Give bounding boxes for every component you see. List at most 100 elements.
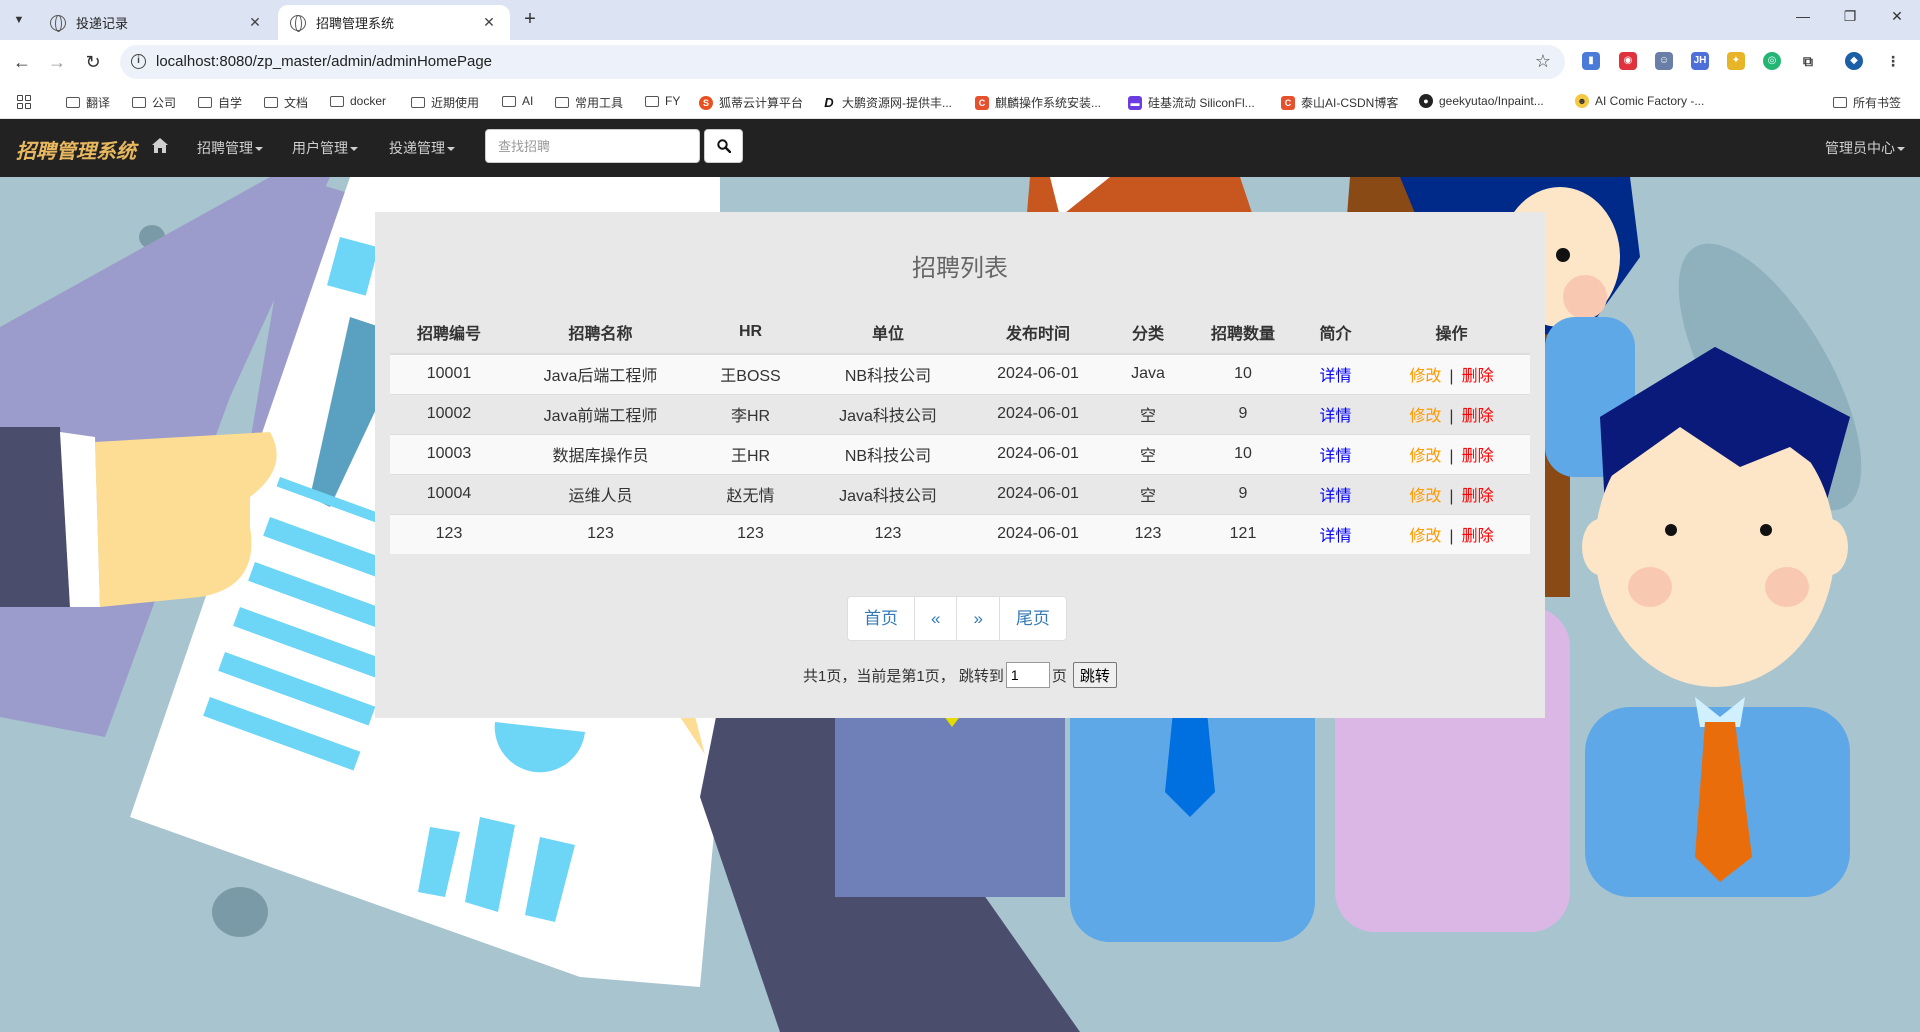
bookmark-folder[interactable]: 翻译 bbox=[66, 94, 110, 111]
bookmark-folder[interactable]: 公司 bbox=[132, 94, 176, 111]
bookmark-label: 泰山AI-CSDN博客 bbox=[1301, 96, 1399, 110]
page-info: 共1页，当前是第1页， 跳转到 页 跳转 bbox=[375, 662, 1545, 688]
brand-title[interactable]: 招聘管理系统 bbox=[16, 135, 136, 164]
bookmark-link[interactable]: S 狐蒂云计算平台 bbox=[699, 94, 803, 111]
restore-icon[interactable]: ❐ bbox=[1835, 8, 1865, 25]
app-navbar: 招聘管理系统 招聘管理 用户管理 投递管理 管理员中心 bbox=[0, 119, 1920, 177]
detail-link[interactable]: 详情 bbox=[1319, 488, 1351, 505]
folder-icon bbox=[645, 95, 659, 107]
delete-link[interactable]: 删除 bbox=[1462, 528, 1494, 545]
close-icon[interactable]: ✕ bbox=[480, 14, 498, 31]
menu-user-management[interactable]: 用户管理 bbox=[292, 138, 358, 158]
edit-link[interactable]: 修改 bbox=[1409, 448, 1441, 465]
extension-icon[interactable]: ✦ bbox=[1727, 52, 1745, 70]
delete-link[interactable]: 删除 bbox=[1462, 408, 1494, 425]
bookmark-label: geekyutao/Inpaint... bbox=[1439, 94, 1544, 108]
menu-label: 投递管理 bbox=[389, 140, 445, 156]
column-header: 简介 bbox=[1298, 311, 1373, 355]
bookmark-folder[interactable]: AI bbox=[502, 94, 533, 108]
page-jump-input[interactable] bbox=[1005, 662, 1050, 688]
new-tab-button[interactable]: + bbox=[519, 9, 541, 31]
extension-icon[interactable]: ◎ bbox=[1763, 52, 1781, 70]
detail-link[interactable]: 详情 bbox=[1319, 408, 1351, 425]
folder-icon bbox=[132, 97, 146, 108]
browser-toolbar: ← → ↻ i localhost:8080/zp_master/admin/a… bbox=[0, 40, 1920, 85]
caret-down-icon bbox=[350, 147, 358, 152]
menu-label: 管理员中心 bbox=[1825, 140, 1895, 156]
cell-hr: 李HR bbox=[693, 393, 808, 434]
cell-detail: 详情 bbox=[1298, 473, 1373, 514]
minimize-icon[interactable]: — bbox=[1788, 8, 1818, 24]
admin-center-menu[interactable]: 管理员中心 bbox=[1825, 138, 1905, 158]
bookmark-folder[interactable]: docker bbox=[330, 94, 386, 108]
tab-title: 招聘管理系统 bbox=[316, 16, 395, 31]
edit-link[interactable]: 修改 bbox=[1409, 408, 1441, 425]
action-separator: | bbox=[1449, 528, 1454, 546]
all-bookmarks[interactable]: 所有书签 bbox=[1833, 94, 1901, 111]
bookmark-link[interactable]: ● geekyutao/Inpaint... bbox=[1419, 94, 1544, 108]
detail-link[interactable]: 详情 bbox=[1319, 528, 1351, 545]
apps-grid-icon[interactable] bbox=[17, 95, 31, 109]
cell-id: 10003 bbox=[390, 433, 508, 474]
detail-link[interactable]: 详情 bbox=[1319, 368, 1351, 385]
prev-page-button[interactable]: « bbox=[915, 597, 958, 640]
bookmark-link[interactable]: ▬ 硅基流动 SiliconFl... bbox=[1128, 94, 1255, 111]
bookmark-folder[interactable]: 文档 bbox=[264, 94, 308, 111]
site-info-icon[interactable]: i bbox=[131, 54, 146, 69]
cell-company: NB科技公司 bbox=[808, 433, 968, 474]
extension-icon[interactable]: ▮ bbox=[1582, 52, 1600, 70]
address-bar[interactable]: i localhost:8080/zp_master/admin/adminHo… bbox=[120, 45, 1565, 79]
first-page-button[interactable]: 首页 bbox=[848, 597, 915, 640]
tab-delivery-records[interactable]: 投递记录 ✕ bbox=[38, 5, 276, 40]
delete-link[interactable]: 删除 bbox=[1462, 448, 1494, 465]
profile-icon[interactable]: ◆ bbox=[1845, 52, 1863, 70]
last-page-button[interactable]: 尾页 bbox=[1000, 597, 1066, 640]
reload-icon[interactable]: ↻ bbox=[81, 51, 105, 75]
next-page-button[interactable]: » bbox=[957, 597, 1000, 640]
browser-tabstrip: ▼ 投递记录 ✕ 招聘管理系统 ✕ + — ❐ ✕ bbox=[0, 0, 1920, 40]
cell-hr: 王BOSS bbox=[693, 353, 808, 394]
forward-icon[interactable]: → bbox=[45, 51, 69, 75]
bookmark-label: 自学 bbox=[218, 96, 243, 110]
bookmark-label: 硅基流动 SiliconFl... bbox=[1148, 96, 1255, 110]
extension-icon[interactable]: ☺ bbox=[1655, 52, 1673, 70]
tab-recruitment-system[interactable]: 招聘管理系统 ✕ bbox=[278, 5, 510, 40]
cell-id: 10001 bbox=[390, 353, 508, 394]
bookmark-folder[interactable]: 常用工具 bbox=[555, 94, 623, 111]
edit-link[interactable]: 修改 bbox=[1409, 488, 1441, 505]
folder-icon bbox=[330, 95, 344, 107]
detail-link[interactable]: 详情 bbox=[1319, 448, 1351, 465]
cell-date: 2024-06-01 bbox=[968, 513, 1108, 554]
menu-delivery-management[interactable]: 投递管理 bbox=[389, 138, 455, 158]
close-window-icon[interactable]: ✕ bbox=[1882, 8, 1912, 25]
puzzle-icon[interactable]: ⧉ bbox=[1799, 52, 1817, 70]
menu-recruitment-management[interactable]: 招聘管理 bbox=[197, 138, 263, 158]
bookmark-link[interactable]: D 大鹏资源网-提供丰... bbox=[822, 94, 952, 111]
edit-link[interactable]: 修改 bbox=[1409, 528, 1441, 545]
bookmark-star-icon[interactable]: ☆ bbox=[1535, 51, 1551, 72]
bookmark-link[interactable]: C 泰山AI-CSDN博客 bbox=[1281, 94, 1398, 111]
kebab-menu-icon[interactable]: ⋮ bbox=[1884, 52, 1902, 70]
jump-button[interactable]: 跳转 bbox=[1072, 662, 1117, 688]
delete-link[interactable]: 删除 bbox=[1462, 368, 1494, 385]
delete-link[interactable]: 删除 bbox=[1462, 488, 1494, 505]
bookmark-folder[interactable]: 近期使用 bbox=[411, 94, 479, 111]
search-button[interactable] bbox=[704, 129, 743, 163]
url-text[interactable]: localhost:8080/zp_master/admin/adminHome… bbox=[156, 53, 492, 70]
cell-actions: 修改 | 删除 bbox=[1373, 513, 1530, 554]
cell-name: Java前端工程师 bbox=[508, 393, 693, 434]
cell-category: Java bbox=[1108, 353, 1188, 394]
tab-search-button[interactable]: ▼ bbox=[8, 9, 30, 31]
bookmark-link[interactable]: C 麒麟操作系统安装... bbox=[975, 94, 1101, 111]
extension-icon[interactable]: JH bbox=[1691, 52, 1709, 70]
edit-link[interactable]: 修改 bbox=[1409, 368, 1441, 385]
search-input[interactable] bbox=[485, 129, 700, 163]
extension-icon[interactable]: ◉ bbox=[1619, 52, 1637, 70]
bookmark-link[interactable]: ☻ AI Comic Factory -... bbox=[1575, 94, 1704, 108]
back-icon[interactable]: ← bbox=[10, 51, 34, 75]
bookmark-folder[interactable]: 自学 bbox=[198, 94, 242, 111]
cell-id: 10002 bbox=[390, 393, 508, 434]
bookmark-folder[interactable]: FY bbox=[645, 94, 680, 108]
close-icon[interactable]: ✕ bbox=[246, 14, 264, 31]
home-icon[interactable] bbox=[151, 136, 169, 156]
